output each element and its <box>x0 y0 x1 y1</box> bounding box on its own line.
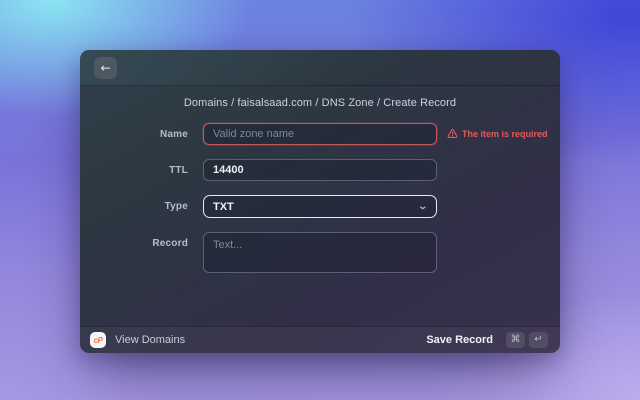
save-record-button[interactable]: Save Record <box>426 334 493 346</box>
ttl-field-label: TTL <box>169 165 188 176</box>
return-key-icon[interactable]: ↵ <box>529 332 548 348</box>
form-row-record: Record <box>80 232 560 273</box>
view-domains-link[interactable]: View Domains <box>115 334 185 346</box>
record-field-label: Record <box>152 238 188 249</box>
cpanel-logo-text: cP <box>93 335 103 345</box>
type-select[interactable]: TXT ⌄ <box>203 195 437 218</box>
name-input[interactable] <box>203 123 437 145</box>
record-textarea[interactable] <box>203 232 437 273</box>
back-button[interactable]: ← <box>94 56 117 79</box>
type-field-label: Type <box>164 201 188 212</box>
create-record-form: Name The item is required <box>80 123 560 273</box>
error-text: The item is required <box>462 128 548 139</box>
modal-body: Domains / faisalsaad.com / DNS Zone / Cr… <box>80 86 560 326</box>
form-row-ttl: TTL <box>80 159 560 181</box>
type-select-value: TXT <box>213 200 234 213</box>
command-key-icon[interactable]: ⌘ <box>506 332 525 348</box>
cpanel-logo: cP <box>90 332 106 348</box>
name-field-label: Name <box>159 129 188 140</box>
form-row-name: Name The item is required <box>80 123 560 145</box>
chevron-down-icon: ⌄ <box>417 201 429 211</box>
create-record-modal: ← Domains / faisalsaad.com / DNS Zone / … <box>80 50 560 353</box>
modal-footer: cP View Domains Save Record ⌘ ↵ <box>80 326 560 353</box>
modal-header: ← <box>80 50 560 86</box>
breadcrumb: Domains / faisalsaad.com / DNS Zone / Cr… <box>183 97 457 109</box>
warning-triangle-icon <box>447 128 458 138</box>
arrow-left-icon: ← <box>100 60 111 75</box>
desktop-background: ← Domains / faisalsaad.com / DNS Zone / … <box>0 0 640 400</box>
form-row-type: Type TXT ⌄ <box>80 195 560 218</box>
ttl-input[interactable] <box>203 159 437 181</box>
name-error-message: The item is required <box>447 128 548 139</box>
